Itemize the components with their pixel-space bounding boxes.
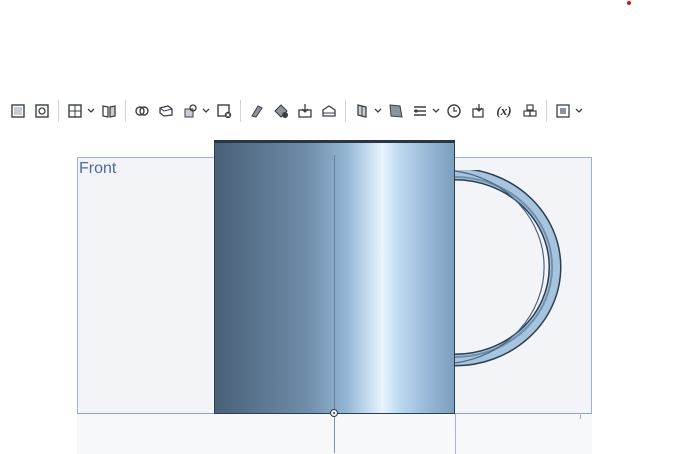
toolbar-divider	[345, 100, 346, 122]
assembly-button[interactable]	[520, 101, 540, 121]
toolbar-divider	[125, 100, 126, 122]
export-button[interactable]	[553, 101, 573, 121]
import-button[interactable]	[468, 101, 488, 121]
variable-button[interactable]: (x)	[492, 101, 516, 121]
shell-button[interactable]	[156, 101, 176, 121]
chamfer-icon	[274, 104, 288, 118]
feature-toolbar: (x)	[0, 96, 691, 126]
assembly-icon	[523, 104, 537, 117]
plane-edge-tick	[580, 413, 581, 419]
boolean-button[interactable]	[132, 101, 152, 121]
chevron-down-icon	[374, 108, 382, 113]
layout-button[interactable]	[65, 101, 85, 121]
mug-rim	[214, 140, 455, 143]
plane-icon	[389, 104, 403, 118]
chamfer-button[interactable]	[271, 101, 291, 121]
loft-button[interactable]	[352, 101, 372, 121]
layout-grid-icon	[68, 104, 82, 118]
history-button[interactable]	[444, 101, 464, 121]
extrude-icon	[35, 104, 49, 118]
chevron-down-icon	[432, 108, 440, 113]
layers-button[interactable]	[410, 101, 430, 121]
delete-part-button[interactable]	[214, 101, 234, 121]
toolbar-divider	[58, 100, 59, 122]
mug-edge-projection	[455, 414, 456, 454]
chevron-down-icon	[202, 108, 210, 113]
status-dot	[627, 1, 631, 5]
sketch-icon	[11, 104, 25, 118]
fillet-button[interactable]	[247, 101, 267, 121]
transform-dropdown[interactable]	[202, 101, 210, 121]
fillet-icon	[251, 105, 263, 118]
chevron-down-icon	[575, 108, 583, 113]
variable-icon: (x)	[496, 103, 512, 118]
sketch-button[interactable]	[8, 101, 28, 121]
export-icon	[556, 104, 570, 118]
replace-face-icon	[322, 105, 336, 117]
replace-face-button[interactable]	[319, 101, 339, 121]
import-icon	[472, 104, 484, 118]
layers-dropdown[interactable]	[432, 101, 440, 121]
export-dropdown[interactable]	[575, 101, 583, 121]
mirror-book-icon	[102, 105, 116, 118]
shell-icon	[159, 105, 173, 117]
mirror-button[interactable]	[99, 101, 119, 121]
transform-button[interactable]	[180, 101, 200, 121]
plane-label: Front	[79, 160, 117, 177]
mug-handle[interactable]	[455, 170, 565, 370]
move-face-button[interactable]	[295, 101, 315, 121]
move-face-icon	[298, 104, 312, 118]
delete-part-icon	[217, 104, 232, 119]
extrude-button[interactable]	[32, 101, 52, 121]
origin-point-icon[interactable]	[330, 409, 338, 417]
layers-icon	[414, 106, 426, 116]
graphics-viewport[interactable]: Front	[0, 130, 691, 454]
transform-icon	[184, 104, 197, 118]
loft-dropdown[interactable]	[374, 101, 382, 121]
plane-button[interactable]	[386, 101, 406, 121]
layout-dropdown[interactable]	[87, 101, 95, 121]
toolbar-divider	[240, 100, 241, 122]
chevron-down-icon	[87, 108, 95, 113]
loft-icon	[357, 104, 367, 118]
clock-icon	[447, 104, 461, 118]
boolean-icon	[135, 106, 149, 116]
toolbar-divider	[546, 100, 547, 122]
